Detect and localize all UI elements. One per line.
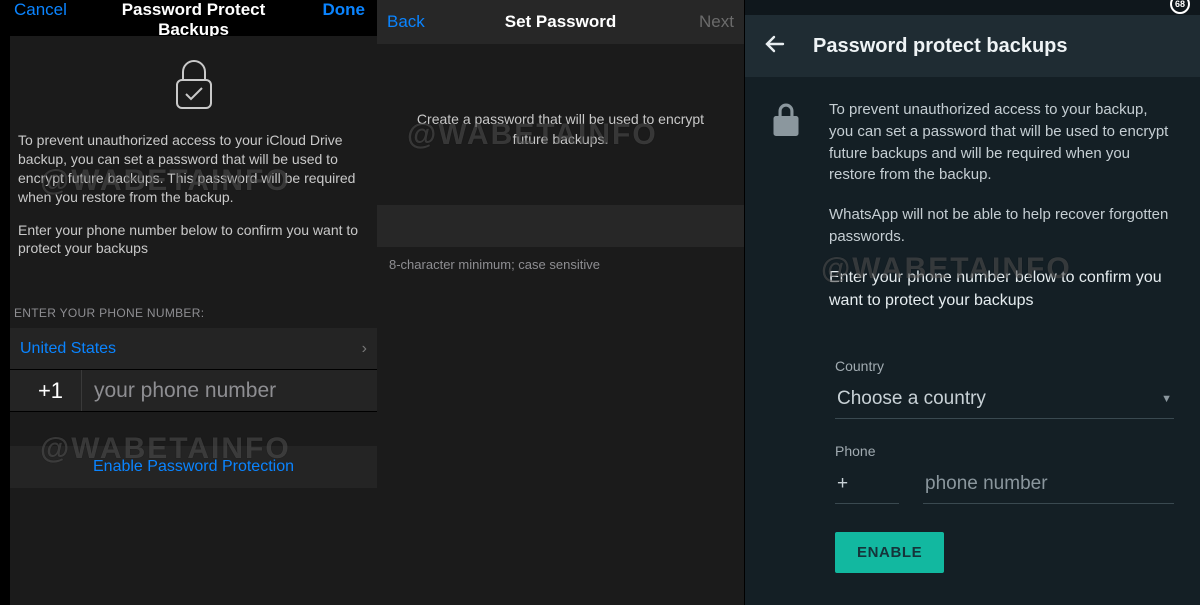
body-paragraph-2: WhatsApp will not be able to help recove…: [829, 204, 1174, 248]
body-paragraph-2: Enter your phone number below to confirm…: [18, 221, 369, 259]
app-bar: Password protect backups: [745, 15, 1200, 77]
body-paragraph-3: Enter your phone number below to confirm…: [829, 266, 1174, 312]
body-text: To prevent unauthorized access to your i…: [10, 131, 377, 288]
password-input[interactable]: [377, 205, 744, 247]
country-row[interactable]: United States ›: [10, 328, 377, 370]
phone-section-label: ENTER YOUR PHONE NUMBER:: [10, 288, 377, 328]
enable-button[interactable]: ENABLE: [835, 532, 944, 573]
back-button[interactable]: Back: [387, 12, 447, 32]
dropdown-triangle-icon: ▼: [1161, 393, 1172, 405]
phone-row[interactable]: +1 your phone number: [10, 370, 377, 412]
enable-password-protection-button[interactable]: Enable Password Protection: [10, 446, 377, 488]
phone-label: Phone: [835, 443, 1174, 459]
country-code: +1: [20, 370, 82, 411]
body-paragraph-1: To prevent unauthorized access to your i…: [18, 131, 369, 207]
body-paragraph-1: To prevent unauthorized access to your b…: [829, 99, 1174, 186]
set-password-subtitle: Create a password that will be used to e…: [377, 44, 744, 205]
form: Country Choose a country ▼ Phone + phone…: [745, 330, 1200, 573]
country-placeholder: Choose a country: [837, 388, 986, 410]
chevron-right-icon: ›: [362, 340, 367, 358]
navbar: Cancel Password Protect Backups Done: [10, 0, 377, 36]
navbar: Back Set Password Next: [377, 0, 744, 44]
country-value: United States: [20, 340, 116, 358]
cancel-button[interactable]: Cancel: [14, 0, 84, 20]
phone-input[interactable]: your phone number: [82, 379, 367, 403]
country-select[interactable]: Choose a country ▼: [835, 382, 1174, 419]
done-button[interactable]: Done: [303, 0, 373, 20]
content: To prevent unauthorized access to your b…: [745, 77, 1200, 330]
country-label: Country: [835, 358, 1174, 374]
phone-country-code-input[interactable]: +: [835, 467, 899, 504]
next-button[interactable]: Next: [674, 12, 734, 32]
page-title: Password protect backups: [813, 35, 1068, 58]
hero: [10, 36, 377, 131]
android-protect-backups-pane: 68 Password protect backups To prevent u…: [745, 0, 1200, 605]
password-hint: 8-character minimum; case sensitive: [377, 247, 744, 282]
lock-icon: [771, 99, 801, 330]
notification-badge: 68: [1170, 0, 1190, 14]
lock-check-icon: [172, 58, 216, 117]
status-bar: 68: [745, 0, 1200, 15]
nav-title: Password Protect Backups: [84, 0, 303, 40]
phone-number-input[interactable]: phone number: [923, 467, 1174, 504]
back-arrow-icon[interactable]: [763, 32, 787, 61]
ios-protect-backups-pane: Cancel Password Protect Backups Done To …: [0, 0, 377, 605]
nav-title: Set Password: [447, 12, 674, 32]
ios-set-password-pane: Back Set Password Next Create a password…: [377, 0, 745, 605]
